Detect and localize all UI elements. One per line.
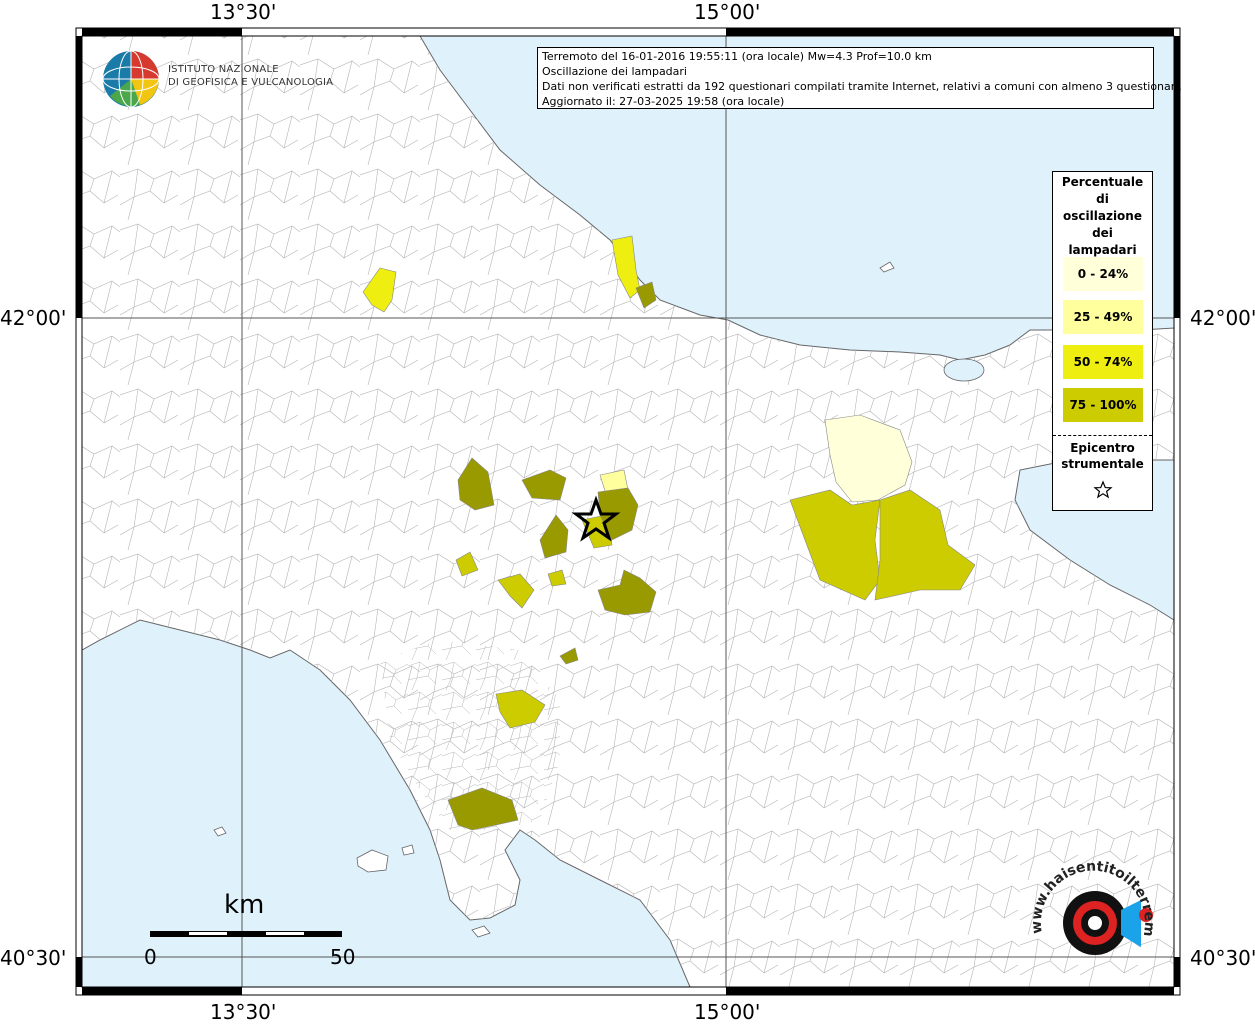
haisentito-logo-icon: www.haisentitoilterremoto.it	[1025, 855, 1157, 955]
scalebar-end: 50	[330, 945, 356, 969]
lake	[943, 358, 985, 382]
legend-epicenter-line1: Epicentro	[1070, 441, 1135, 455]
lat-label-upper-right: 42°00'	[1190, 306, 1255, 330]
legend-swatch-25-49: 25 - 49%	[1063, 300, 1143, 334]
lon-label-bottom-left: 13°30'	[210, 1000, 277, 1024]
lat-label-lower-left: 40°30'	[0, 946, 67, 970]
event-info-box: Terremoto del 16-01-2016 19:55:11 (ora l…	[537, 47, 1182, 109]
legend-epicenter-label: Epicentro strumentale	[1053, 440, 1152, 472]
scalebar	[150, 931, 342, 937]
legend-swatch-50-74: 50 - 74%	[1063, 345, 1143, 379]
legend-separator	[1053, 435, 1152, 436]
legend-swatch-75-100: 75 - 100%	[1063, 388, 1143, 422]
legend-title-line3: oscillazione	[1063, 209, 1142, 223]
lon-label-top-right: 15°00'	[694, 0, 761, 24]
legend-star-icon	[1093, 480, 1113, 499]
legend-swatch-0-24: 0 - 24%	[1063, 257, 1143, 291]
event-info-line3: Dati non verificati estratti da 192 ques…	[542, 80, 1182, 93]
event-info-line2: Oscillazione dei lampadari	[542, 65, 687, 78]
ingv-name: ISTITUTO NAZIONALE DI GEOFISICA E VULCAN…	[168, 63, 333, 89]
legend-title-line1: Percentuale	[1061, 175, 1144, 189]
legend: Percentuale di oscillazione dei lampadar…	[1052, 171, 1153, 511]
lon-label-top-left: 13°30'	[210, 0, 277, 24]
lon-label-bottom-right: 15°00'	[694, 1000, 761, 1024]
legend-title-line4: dei	[1092, 226, 1113, 240]
ingv-globe-icon	[102, 50, 160, 108]
event-info-line4: Aggiornato il: 27-03-2025 19:58 (ora loc…	[542, 95, 785, 108]
ingv-name-line1: ISTITUTO NAZIONALE	[168, 64, 279, 75]
scalebar-start: 0	[144, 945, 157, 969]
lat-label-lower-right: 40°30'	[1190, 946, 1255, 970]
ingv-name-line2: DI GEOFISICA E VULCANOLOGIA	[168, 77, 334, 88]
event-info-line1: Terremoto del 16-01-2016 19:55:11 (ora l…	[542, 50, 932, 63]
lat-label-upper-left: 42°00'	[0, 306, 67, 330]
legend-title: Percentuale di oscillazione dei lampadar…	[1053, 174, 1152, 259]
legend-epicenter-line2: strumentale	[1061, 457, 1144, 471]
scalebar-unit: km	[224, 890, 265, 920]
legend-title-line2: di	[1096, 192, 1109, 206]
